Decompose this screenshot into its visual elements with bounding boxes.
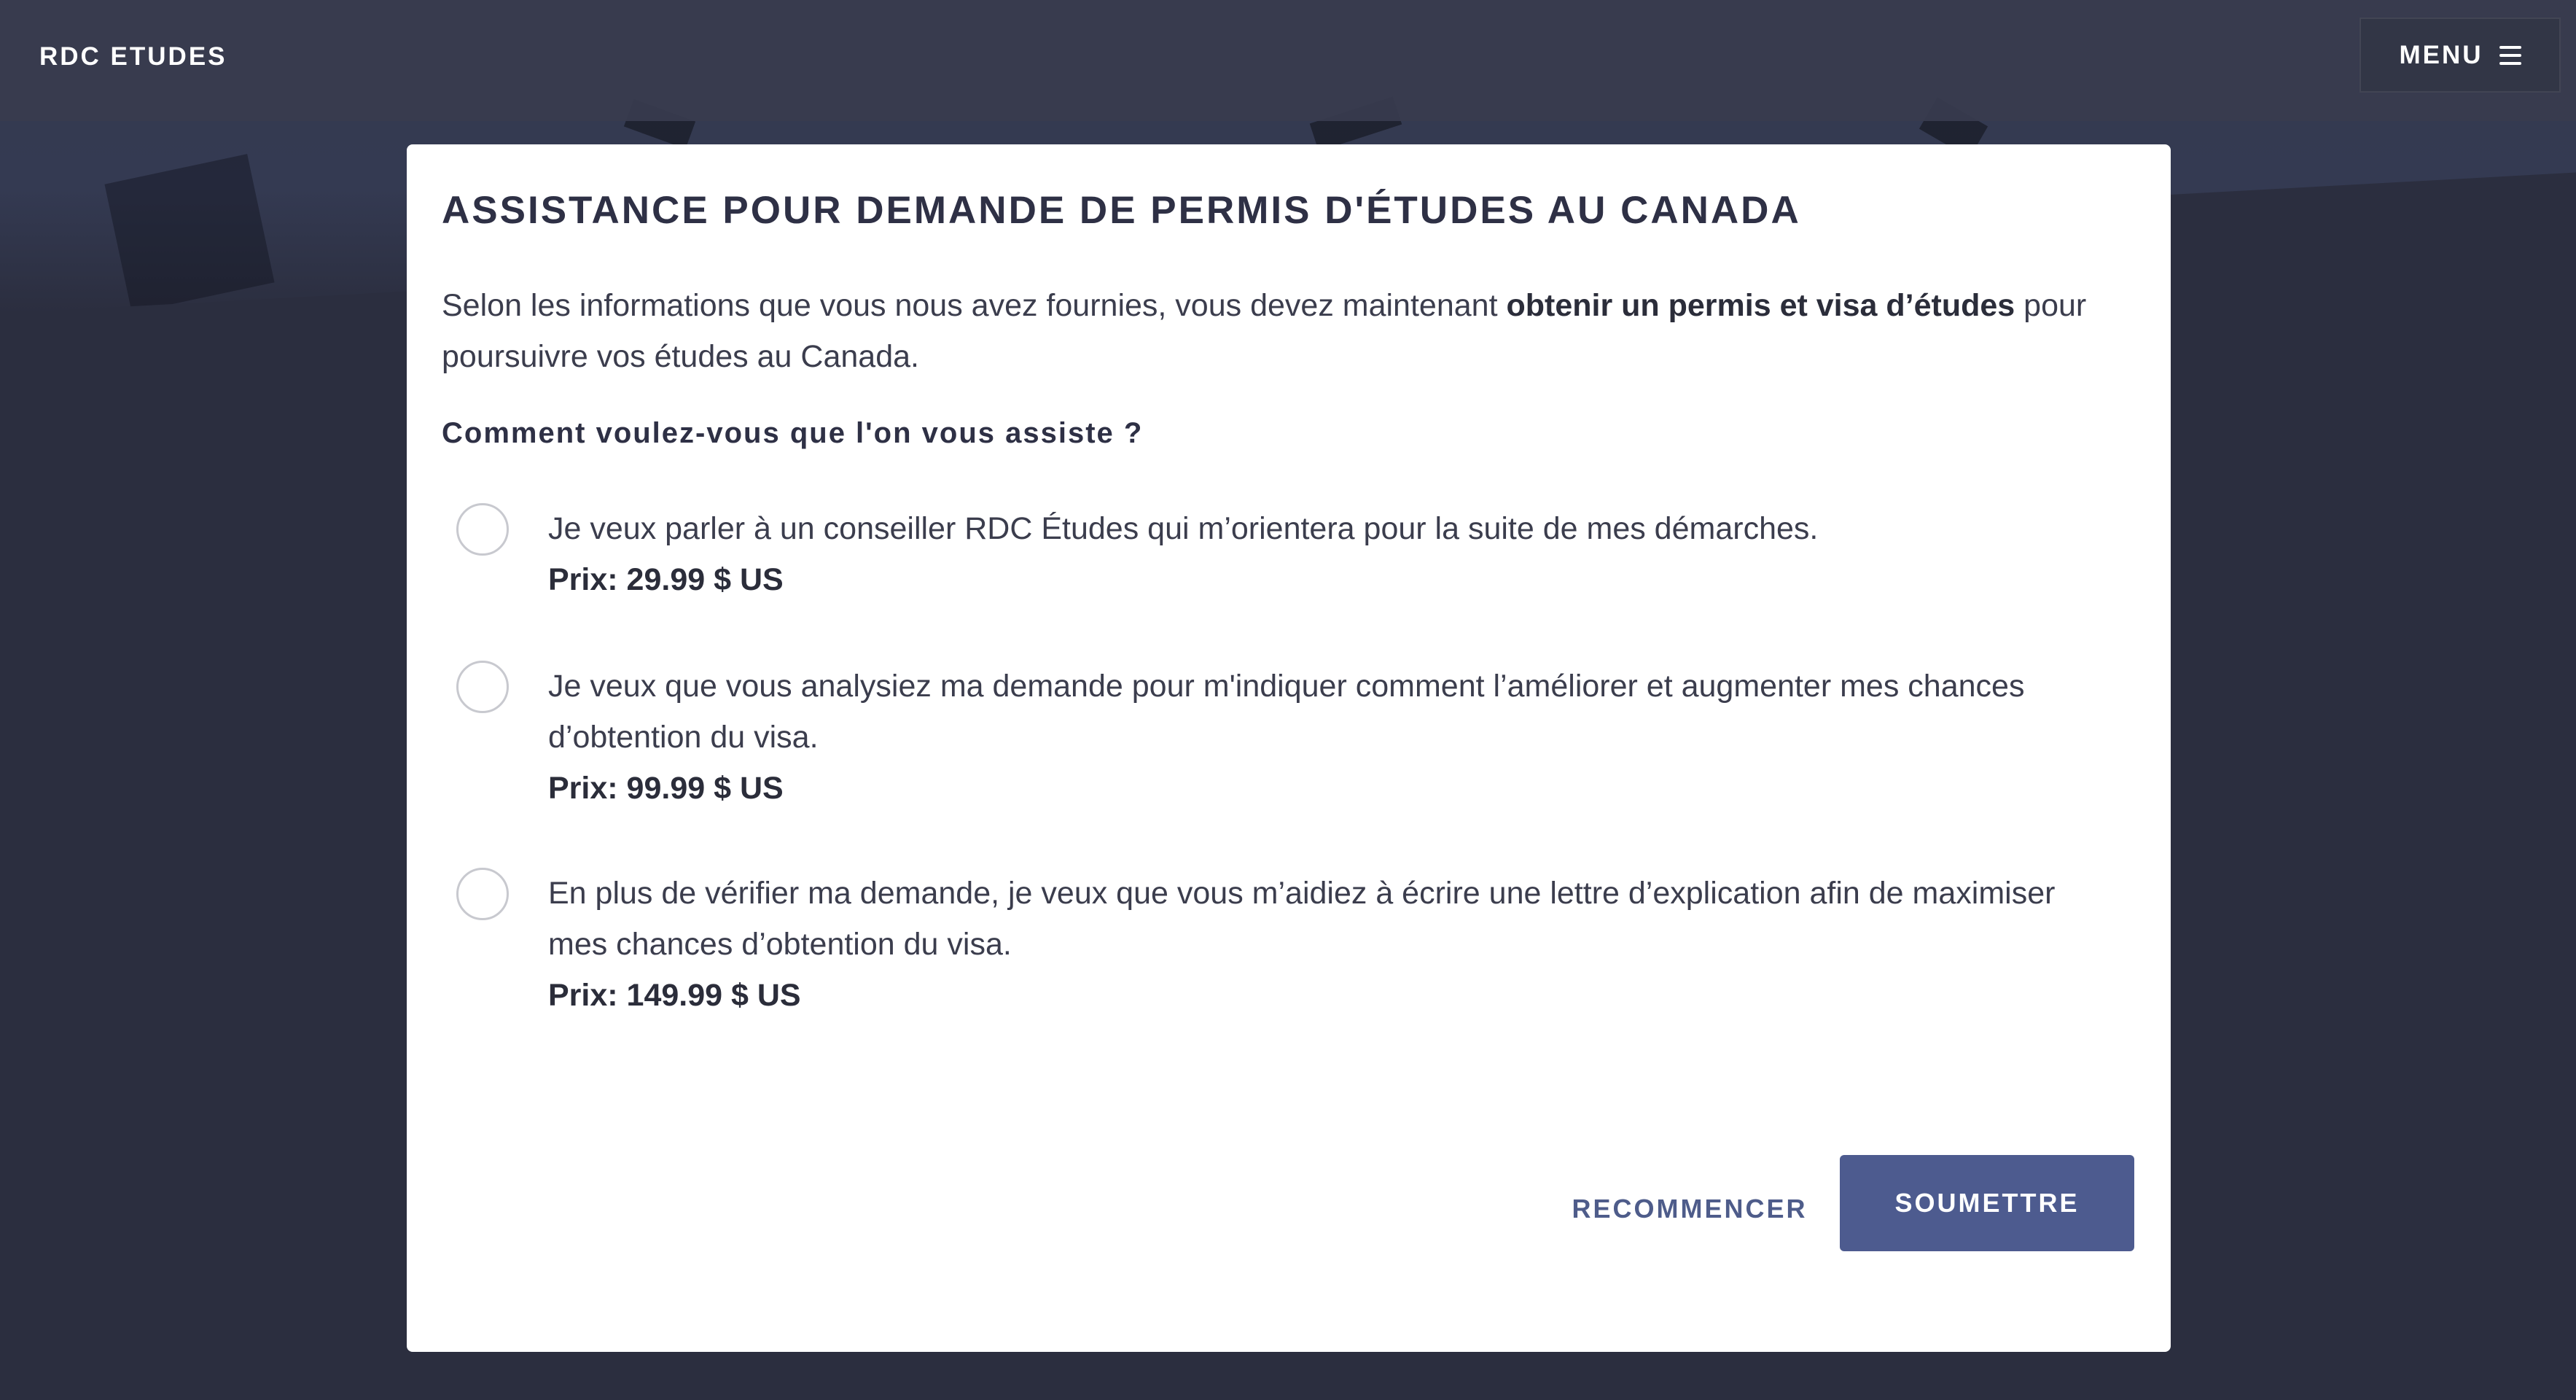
intro-text-start: Selon les informations que vous nous ave…	[442, 288, 1507, 323]
intro-text-bold: obtenir un permis et visa d’études	[1506, 288, 2015, 323]
option-label: Je veux que vous analysiez ma demande po…	[548, 661, 2108, 814]
assistance-modal: ASSISTANCE POUR DEMANDE DE PERMIS D'ÉTUD…	[407, 144, 2171, 1352]
menu-label: MENU	[2399, 40, 2483, 69]
option-description: En plus de vérifier ma demande, je veux …	[548, 876, 2056, 962]
page: RDC ETUDES MENU ASSISTANCE POUR DEMANDE …	[0, 0, 2576, 1400]
option-label: En plus de vérifier ma demande, je veux …	[548, 868, 2108, 1021]
modal-title: ASSISTANCE POUR DEMANDE DE PERMIS D'ÉTUD…	[442, 189, 1801, 232]
option-radio[interactable]	[456, 503, 509, 556]
menu-button[interactable]: MENU	[2360, 18, 2561, 93]
restart-button[interactable]: RECOMMENCER	[1566, 1186, 1814, 1232]
hamburger-icon	[2499, 45, 2521, 65]
hero-decoration	[104, 154, 275, 313]
option-radio[interactable]	[456, 661, 509, 713]
option-price: Prix: 29.99 $ US	[548, 562, 784, 597]
site-header: RDC ETUDES MENU	[0, 0, 2576, 121]
assistance-question: Comment voulez-vous que l'on vous assist…	[442, 417, 1144, 449]
option-label: Je veux parler à un conseiller RDC Étude…	[548, 503, 2108, 605]
brand-logo-link[interactable]: RDC ETUDES	[39, 42, 227, 71]
option-radio[interactable]	[456, 868, 509, 920]
intro-text: Selon les informations que vous nous ave…	[442, 280, 2133, 382]
option-description: Je veux parler à un conseiller RDC Étude…	[548, 511, 1819, 546]
option-price: Prix: 99.99 $ US	[548, 771, 784, 806]
option-price: Prix: 149.99 $ US	[548, 978, 801, 1013]
option-description: Je veux que vous analysiez ma demande po…	[548, 669, 2025, 755]
submit-button[interactable]: SOUMETTRE	[1840, 1155, 2134, 1251]
